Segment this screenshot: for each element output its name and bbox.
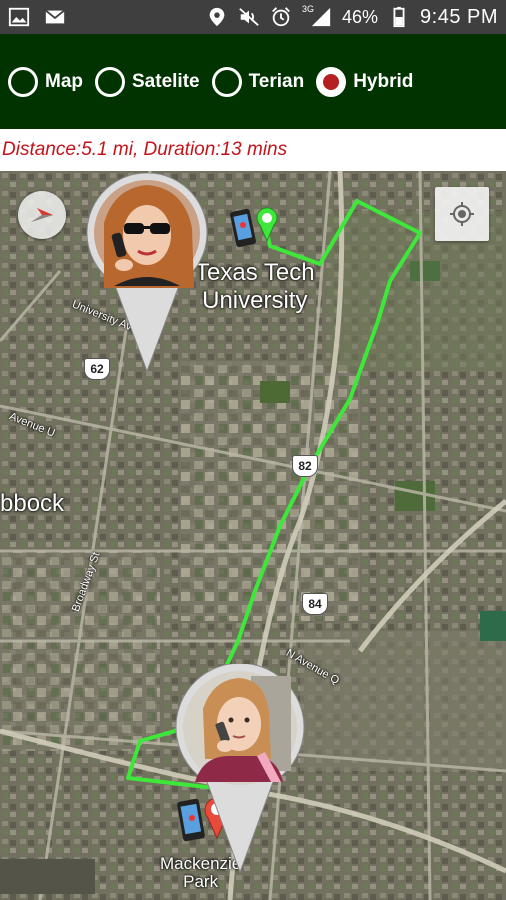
map-attribution-box — [0, 859, 95, 894]
clock: 9:45 PM — [420, 5, 498, 28]
radio-button-selected[interactable] — [316, 66, 347, 97]
start-contact-pin[interactable] — [84, 173, 210, 373]
start-location-marker[interactable] — [255, 207, 279, 243]
end-contact-pin[interactable] — [173, 664, 307, 874]
signal-icon: 3G — [302, 4, 332, 28]
alarm-icon — [270, 6, 292, 28]
mail-icon — [44, 6, 66, 28]
radio-button[interactable] — [8, 66, 38, 97]
map-type-label: Map — [45, 70, 83, 92]
university-label-line1: Texas Tech — [195, 259, 315, 286]
map-type-label: Satelite — [132, 70, 200, 92]
map-type-selector: Map Satelite Terian Hybrid — [0, 34, 506, 129]
location-icon — [206, 6, 228, 28]
battery-percent: 46% — [341, 6, 379, 27]
map-type-label: Terian — [248, 70, 305, 92]
battery-icon — [388, 6, 410, 28]
park-label-line2: Park — [183, 872, 219, 891]
my-location-button[interactable] — [435, 187, 489, 241]
compass-icon[interactable] — [18, 191, 66, 239]
map-type-terian[interactable]: Terian — [211, 66, 305, 97]
my-location-icon — [450, 202, 474, 226]
status-bar: 3G 46% 9:45 PM — [0, 0, 506, 34]
university-label-line2: University — [202, 287, 308, 314]
mute-icon — [238, 6, 260, 28]
radio-button[interactable] — [95, 66, 125, 97]
city-label: bbock — [0, 490, 65, 517]
route-shield: 84 — [302, 593, 328, 615]
image-icon — [8, 6, 30, 28]
route-shield: 82 — [292, 455, 318, 477]
map-view[interactable]: Texas Tech University bbock Mackenzie Pa… — [0, 171, 506, 900]
map-type-hybrid[interactable]: Hybrid — [316, 66, 414, 97]
map-type-map[interactable]: Map — [8, 66, 83, 97]
map-type-satelite[interactable]: Satelite — [95, 66, 200, 97]
radio-button[interactable] — [211, 66, 242, 97]
map-type-label: Hybrid — [353, 70, 414, 92]
route-info: Distance:5.1 mi, Duration:13 mins — [0, 129, 506, 171]
